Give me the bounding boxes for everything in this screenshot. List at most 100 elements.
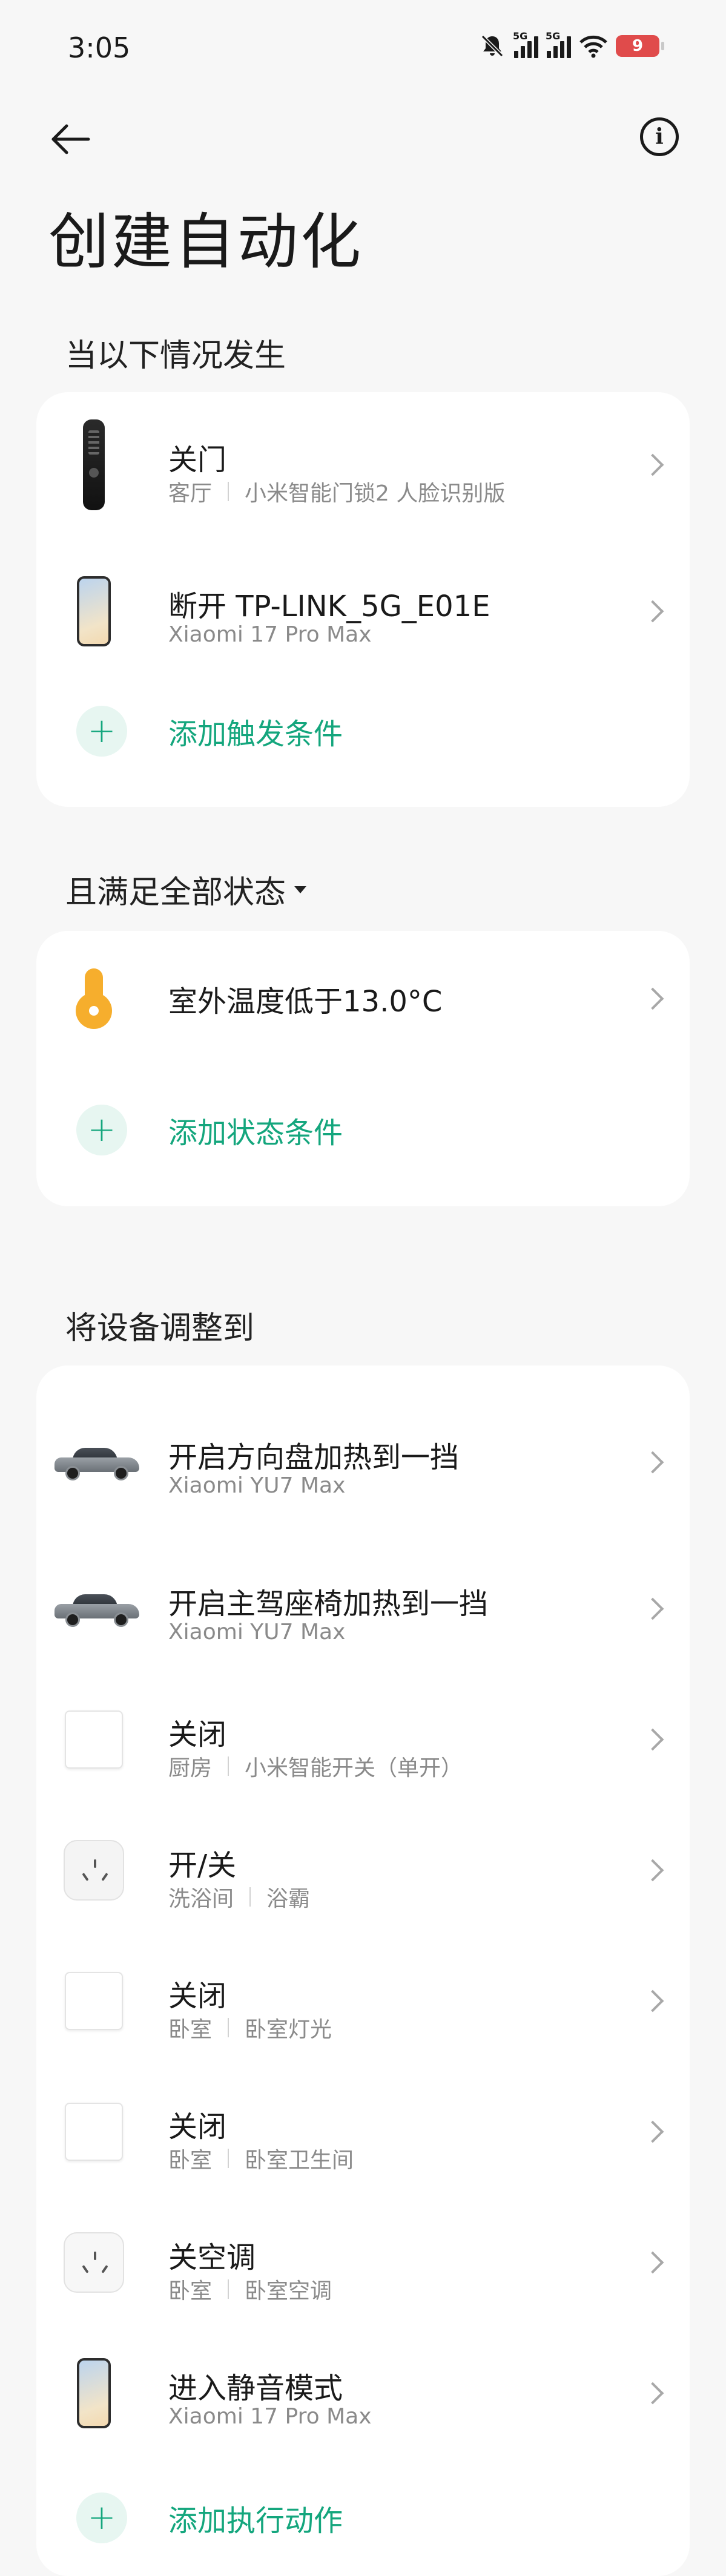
status-bar: 3:05 5G 5G 9 [0,0,726,97]
trigger-title: 断开 TP-LINK_5G_E01E [168,590,490,623]
action-subtitle: Xiaomi YU7 Max [168,1620,345,1644]
chevron-right-icon [641,1990,664,2012]
action-subtitle: 洗浴间 浴霸 [168,1881,310,1913]
chevron-right-icon [641,1451,664,1474]
top-nav: i [0,109,726,163]
status-time: 3:05 [68,31,131,64]
network-tag: 5G [513,30,528,42]
section-heading: 当以下情况发生 [65,338,286,374]
trigger-subtitle: 客厅 小米智能门锁2 人脸识别版 [168,476,505,507]
action-subtitle: 厨房 小米智能开关（单开） [168,1750,463,1782]
trigger-row[interactable]: 关门 客厅 小米智能门锁2 人脸识别版 [36,404,690,525]
add-condition-button[interactable]: + 添加状态条件 [36,1082,690,1178]
trigger-subtitle: Xiaomi 17 Pro Max [168,622,372,647]
section-title-actions: 将设备调整到 [65,1303,254,1348]
action-title: 开启主驾座椅加热到一挡 [168,1587,489,1621]
action-subtitle: Xiaomi 17 Pro Max [168,2404,372,2429]
actions-card: 开启方向盘加热到一挡 Xiaomi YU7 Max 开启主驾座椅加热到一挡 Xi… [36,1365,690,2576]
device-name: Xiaomi 17 Pro Max [168,2404,372,2429]
action-title: 进入静音模式 [168,2371,343,2405]
action-title: 关闭 [168,1718,227,1752]
action-subtitle: 卧室 卧室卫生间 [168,2143,354,2174]
chevron-right-icon [641,1859,664,1882]
back-arrow-icon[interactable] [48,116,94,162]
signal-icon: 5G [513,30,538,58]
ac-plug-icon [61,2229,127,2296]
chevron-right-icon [641,2120,664,2143]
section-title-conditions[interactable]: 且满足全部状态 [65,867,307,912]
room-name: 厨房 [168,1756,213,1781]
door-lock-icon [61,419,127,510]
device-name: 卧室空调 [245,2279,332,2304]
condition-row[interactable]: 室外温度低于13.0°C [36,938,690,1059]
plus-icon: + [76,1105,127,1155]
action-subtitle: Xiaomi YU7 Max [168,1473,345,1498]
chevron-right-icon [641,2251,664,2274]
action-row[interactable]: 关闭 卧室 卧室灯光 [36,1940,690,2062]
action-title: 关空调 [168,2241,256,2275]
room-name: 洗浴间 [168,1887,234,1911]
room-name: 卧室 [168,2279,213,2304]
phone-icon [61,576,127,646]
chevron-right-icon [641,987,664,1010]
smart-plug-icon [61,1837,127,1904]
conditions-card: 室外温度低于13.0°C + 添加状态条件 [36,931,690,1206]
chevron-right-icon [641,600,664,623]
action-row[interactable]: 开启方向盘加热到一挡 Xiaomi YU7 Max [36,1402,690,1523]
page-title: 创建自动化 [48,206,363,277]
action-row[interactable]: 开启主驾座椅加热到一挡 Xiaomi YU7 Max [36,1548,690,1669]
device-name: Xiaomi 17 Pro Max [168,622,372,647]
device-name: Xiaomi YU7 Max [168,1473,346,1498]
section-heading: 将设备调整到 [65,1310,255,1347]
status-icons: 5G 5G 9 [479,30,664,59]
network-tag: 5G [546,30,561,42]
trigger-title: 关门 [168,443,227,477]
info-glyph: i [655,124,664,150]
phone-icon [61,2358,127,2428]
action-title: 开启方向盘加热到一挡 [168,1441,460,1474]
add-trigger-label: 添加触发条件 [168,717,343,751]
device-name: 卧室卫生间 [245,2148,354,2173]
wifi-icon [579,35,607,58]
device-name: 小米智能开关（单开） [245,1756,463,1781]
section-title-triggers: 当以下情况发生 [65,330,286,375]
action-title: 开/关 [168,1848,237,1882]
action-row[interactable]: 进入静音模式 Xiaomi 17 Pro Max [36,2333,690,2454]
action-title: 关闭 [168,2110,227,2144]
room-name: 卧室 [168,2017,213,2042]
device-name: 小米智能门锁2 人脸识别版 [245,481,506,506]
action-row[interactable]: 关闭 厨房 小米智能开关（单开） [36,1679,690,1800]
action-title: 关闭 [168,1979,227,2013]
plus-icon: + [76,2492,127,2543]
action-row[interactable]: 开/关 洗浴间 浴霸 [36,1810,690,1931]
add-action-label: 添加执行动作 [168,2504,343,2538]
wall-switch-icon [61,1968,127,2034]
wall-switch-icon [61,2098,127,2165]
add-condition-label: 添加状态条件 [168,1116,343,1150]
chevron-right-icon [641,1728,664,1751]
action-row[interactable]: 关空调 卧室 卧室空调 [36,2202,690,2323]
chevron-right-icon [641,2382,664,2405]
section-heading: 且满足全部状态 [65,875,286,911]
action-row[interactable]: 关闭 卧室 卧室卫生间 [36,2071,690,2192]
signal-icon: 5G [546,30,571,58]
car-icon [54,1576,139,1642]
add-action-button[interactable]: + 添加执行动作 [36,2469,690,2566]
triggers-card: 关门 客厅 小米智能门锁2 人脸识别版 断开 TP-LINK_5G_E01E Xi… [36,392,690,807]
action-subtitle: 卧室 卧室灯光 [168,2012,332,2043]
info-icon[interactable]: i [640,117,679,156]
action-subtitle: 卧室 卧室空调 [168,2273,332,2305]
mute-bell-icon [481,34,504,58]
trigger-row[interactable]: 断开 TP-LINK_5G_E01E Xiaomi 17 Pro Max [36,551,690,672]
dropdown-caret-icon [294,886,307,893]
condition-title: 室外温度低于13.0°C [168,985,443,1019]
room-name: 客厅 [168,481,213,506]
chevron-right-icon [641,453,664,476]
device-name: Xiaomi YU7 Max [168,1620,346,1644]
plus-icon: + [76,706,127,757]
device-name: 卧室灯光 [245,2017,332,2042]
chevron-right-icon [641,1597,664,1620]
add-trigger-button[interactable]: + 添加触发条件 [36,683,690,780]
device-name: 浴霸 [266,1887,311,1911]
car-icon [54,1429,139,1496]
